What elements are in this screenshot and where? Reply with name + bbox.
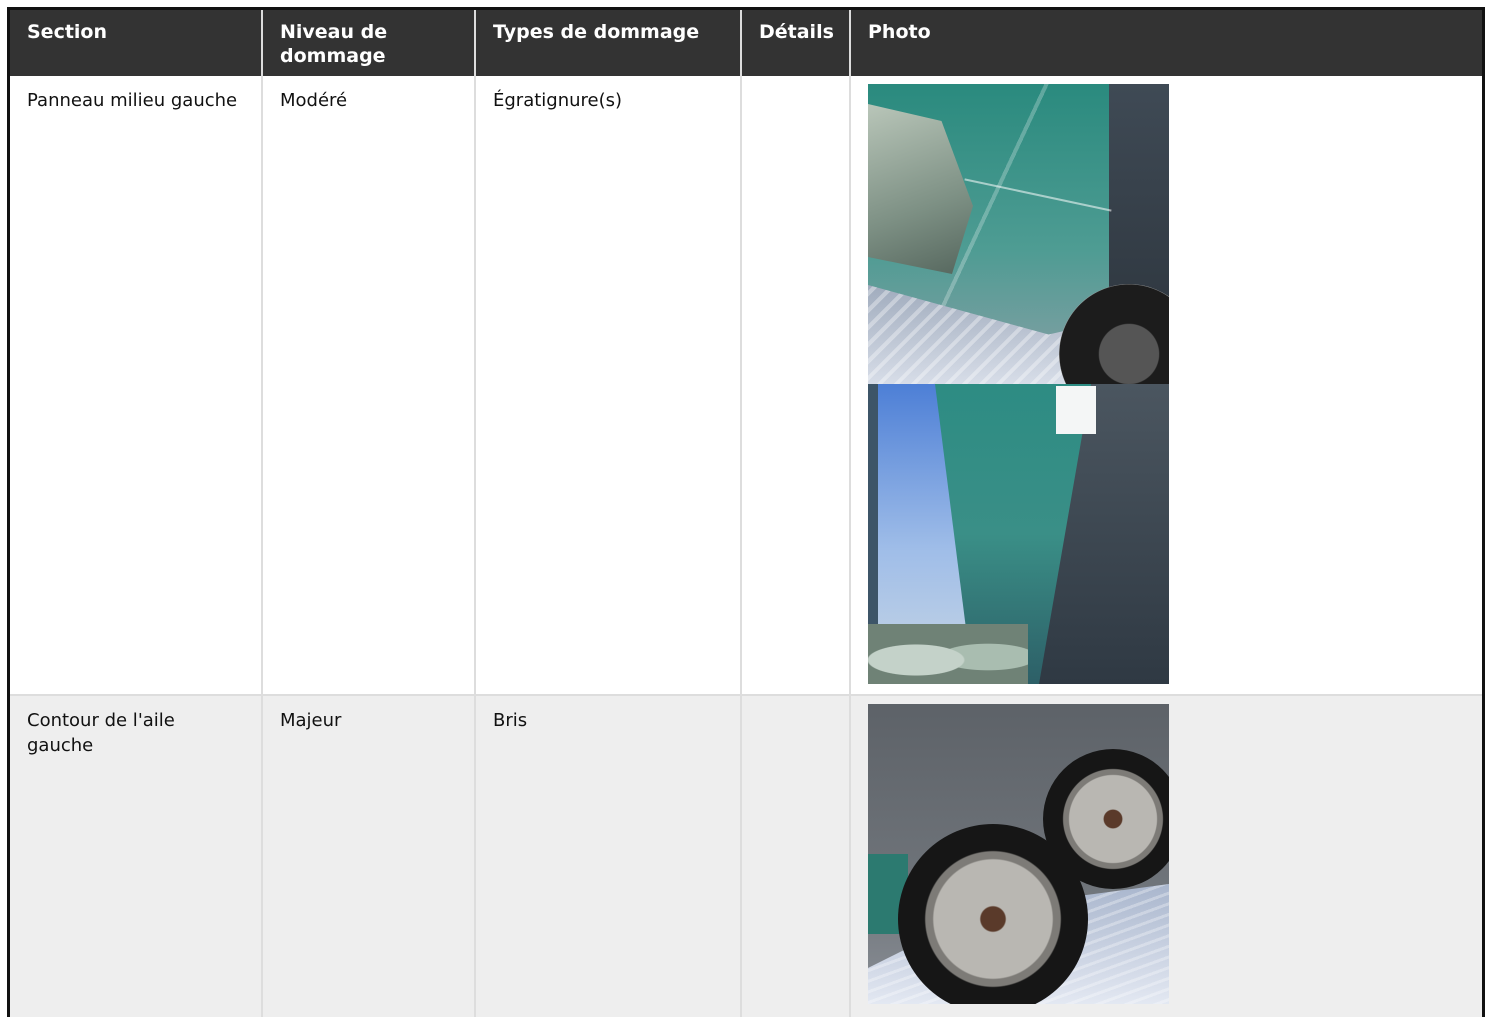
header-types: Types de dommage	[475, 10, 742, 76]
header-section: Section	[10, 10, 263, 76]
cell-photo	[850, 76, 1482, 696]
table-row: Panneau milieu gauche Modéré Égratignure…	[10, 76, 1482, 696]
cell-photo	[850, 695, 1482, 1017]
damage-report-frame: Section Niveau de dommage Types de domma…	[7, 7, 1485, 1017]
wheel-icon	[898, 824, 1088, 1004]
header-details: Détails	[741, 10, 851, 76]
header-row: Section Niveau de dommage Types de domma…	[10, 10, 1482, 76]
photo-detail	[1056, 386, 1096, 434]
scratch-mark	[964, 178, 1112, 212]
header-niveau: Niveau de dommage	[262, 10, 476, 76]
cell-types: Bris	[475, 695, 742, 1017]
cell-niveau: Majeur	[262, 695, 476, 1017]
cell-section: Panneau milieu gauche	[10, 76, 263, 696]
table-header: Section Niveau de dommage Types de domma…	[10, 10, 1482, 76]
glass-panel-reflection-photo[interactable]	[868, 384, 1169, 684]
cell-niveau: Modéré	[262, 76, 476, 696]
table-row: Contour de l'aile gauche Majeur Bris	[10, 695, 1482, 1017]
cell-section: Contour de l'aile gauche	[10, 695, 263, 1017]
header-photo: Photo	[850, 10, 1482, 76]
cell-details	[741, 76, 851, 696]
cell-types: Égratignure(s)	[475, 76, 742, 696]
photo-detail	[1059, 284, 1169, 384]
photo-detail	[868, 104, 973, 274]
photo-detail	[868, 624, 1028, 684]
table-body: Panneau milieu gauche Modéré Égratignure…	[10, 76, 1482, 1017]
damage-table: Section Niveau de dommage Types de domma…	[10, 10, 1482, 1017]
scratched-glass-panel-photo[interactable]	[868, 84, 1169, 384]
cell-details	[741, 695, 851, 1017]
trailer-wheels-photo[interactable]	[868, 704, 1169, 1004]
